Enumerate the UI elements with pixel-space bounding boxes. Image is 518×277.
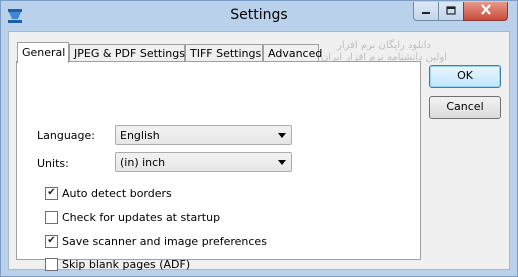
checkbox-label: Check for updates at startup	[62, 210, 221, 224]
language-label: Language:	[37, 129, 95, 142]
settings-window: Settings General JPEG & PDF Settings TIF…	[0, 0, 518, 277]
minimize-button[interactable]	[413, 2, 439, 21]
checkbox-label: Skip blank pages (ADF)	[62, 257, 191, 271]
title-bar[interactable]: Settings	[1, 1, 517, 31]
chevron-down-icon	[278, 133, 286, 138]
checkbox-unchecked-icon[interactable]	[45, 210, 58, 224]
checkbox-checked-icon[interactable]: ✔	[45, 234, 58, 248]
tab-tiff-settings[interactable]: TIFF Settings	[185, 44, 263, 62]
units-select-value: (in) inch	[120, 156, 166, 169]
maximize-button[interactable]	[438, 2, 464, 21]
checkbox-checked-icon[interactable]: ✔	[45, 186, 58, 200]
language-select-value: English	[120, 129, 160, 142]
checkbox-auto-detect-borders[interactable]: ✔ Auto detect borders	[45, 185, 172, 201]
chevron-down-icon	[278, 160, 286, 165]
maximize-icon	[446, 5, 456, 18]
ok-button[interactable]: OK	[429, 65, 501, 88]
checkbox-skip-blank-pages[interactable]: Skip blank pages (ADF)	[45, 256, 190, 272]
checkbox-label: Auto detect borders	[62, 186, 172, 200]
minimize-icon	[421, 5, 431, 18]
units-label: Units:	[37, 157, 69, 170]
checkbox-check-for-updates[interactable]: Check for updates at startup	[45, 209, 220, 225]
dialog-body: General JPEG & PDF Settings TIFF Setting…	[8, 31, 510, 271]
tab-general[interactable]: General	[17, 42, 69, 63]
tab-jpeg-pdf-settings[interactable]: JPEG & PDF Settings	[69, 44, 185, 62]
close-icon	[480, 4, 492, 18]
close-button[interactable]	[463, 2, 508, 21]
general-tab-panel: Language: English Units: (in) inch ✔ Aut…	[16, 61, 421, 271]
cancel-button[interactable]: Cancel	[429, 96, 501, 119]
units-select[interactable]: (in) inch	[115, 152, 292, 172]
checkbox-label: Save scanner and image preferences	[62, 234, 267, 248]
checkbox-unchecked-icon[interactable]	[45, 257, 58, 271]
checkbox-save-preferences[interactable]: ✔ Save scanner and image preferences	[45, 233, 267, 249]
language-select[interactable]: English	[115, 125, 292, 145]
watermark-line-1: دانلود رایگان نرم افزار	[337, 40, 431, 51]
